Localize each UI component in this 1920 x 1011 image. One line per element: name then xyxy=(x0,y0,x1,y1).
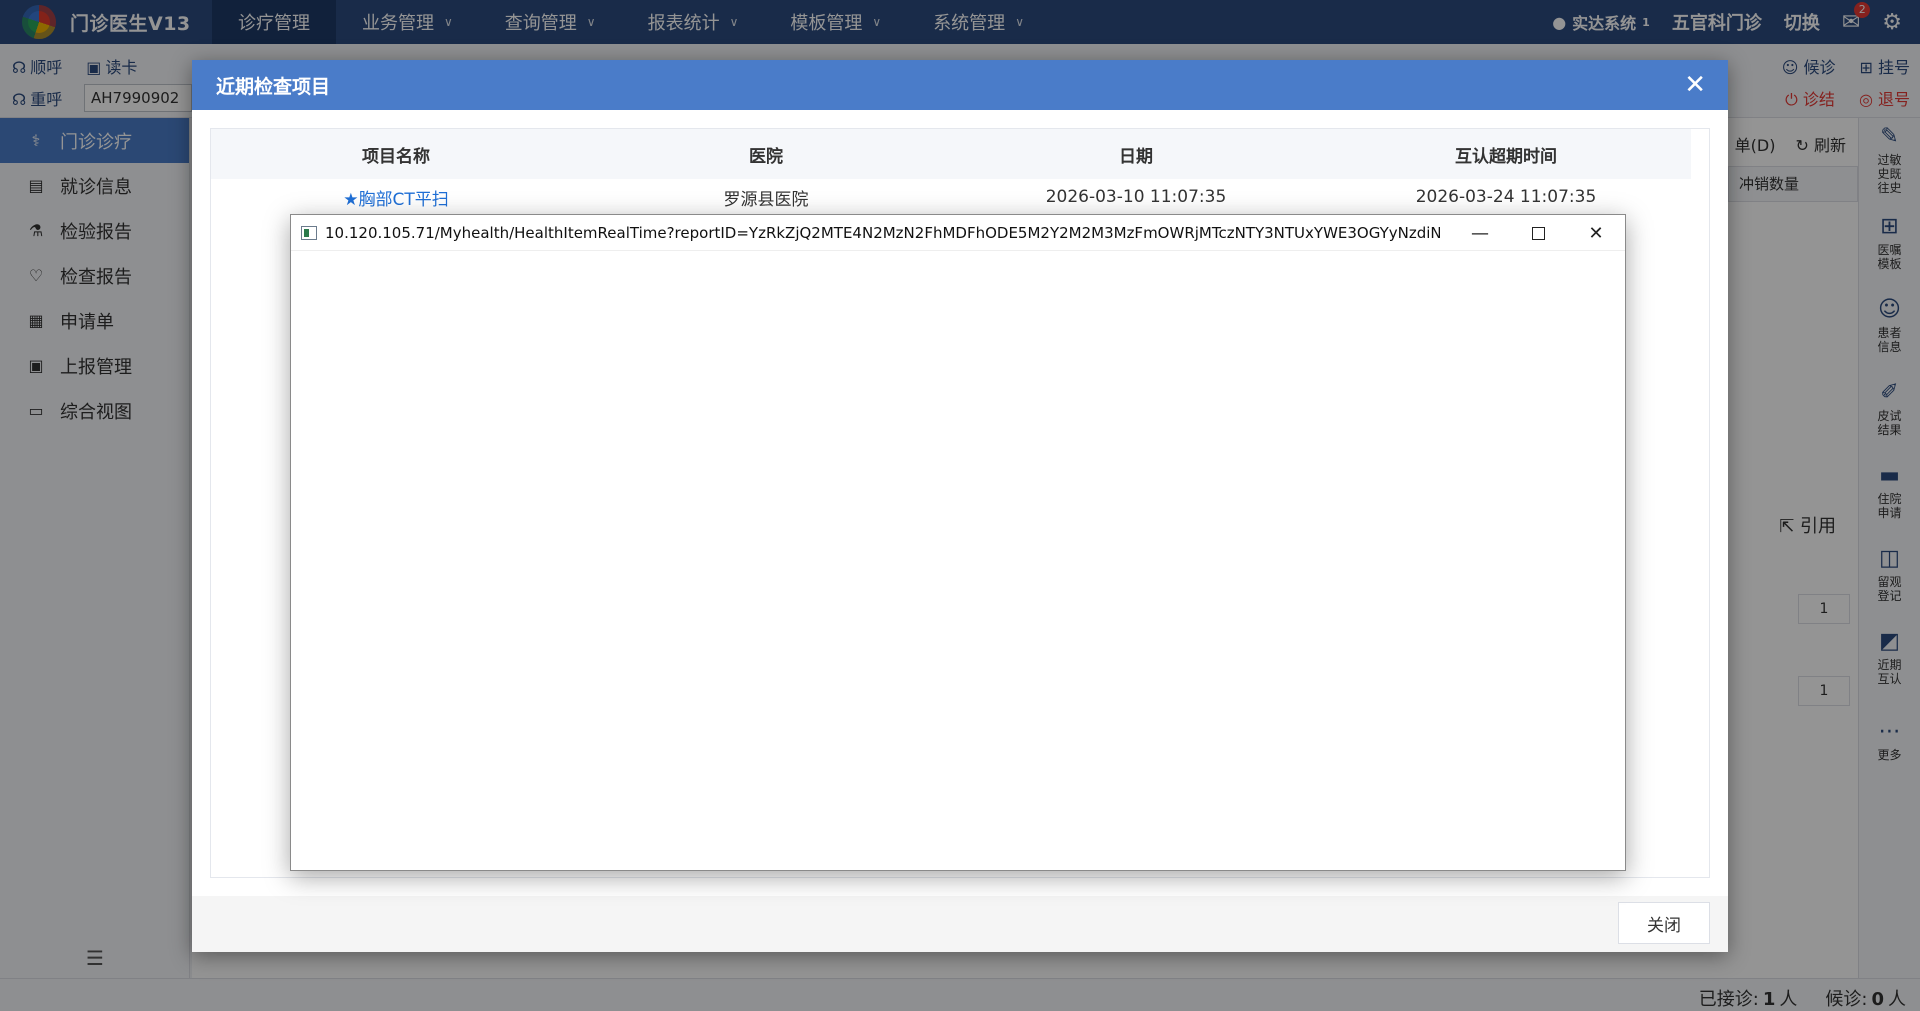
close-icon[interactable]: ✕ xyxy=(1684,70,1706,100)
expire-cell: 2026-03-24 11:07:35 xyxy=(1415,187,1597,207)
minimize-icon: — xyxy=(1471,222,1489,244)
hospital-cell: 罗源县医院 xyxy=(723,189,809,210)
window-controls: — ✕ xyxy=(1451,215,1625,251)
date-cell: 2026-03-10 11:07:35 xyxy=(1045,187,1227,207)
modal-title: 近期检查项目 xyxy=(216,75,331,98)
close-icon: ✕ xyxy=(1588,222,1604,244)
table-row[interactable]: ★胸部CT平扫 罗源县医院 2026-03-10 11:07:35 2026-0… xyxy=(211,179,1691,215)
col-date: 日期 xyxy=(1119,146,1153,167)
report-popup-window: 10.120.105.71/Myhealth/HealthItemRealTim… xyxy=(290,214,1626,871)
modal-header: 近期检查项目 ✕ xyxy=(192,60,1728,110)
maximize-button[interactable] xyxy=(1509,215,1567,251)
minimize-button[interactable]: — xyxy=(1451,215,1509,251)
page-icon xyxy=(301,225,317,240)
col-hospital: 医院 xyxy=(749,146,783,167)
col-expire: 互认超期时间 xyxy=(1455,146,1557,167)
popup-titlebar: 10.120.105.71/Myhealth/HealthItemRealTim… xyxy=(291,215,1625,251)
close-button[interactable]: 关闭 xyxy=(1618,902,1710,944)
modal-footer: 关闭 xyxy=(192,896,1728,952)
exam-item-link[interactable]: ★胸部CT平扫 xyxy=(211,185,581,210)
popup-content xyxy=(291,251,1625,871)
col-item-name: 项目名称 xyxy=(362,146,430,167)
popup-url: 10.120.105.71/Myhealth/HealthItemRealTim… xyxy=(325,223,1440,242)
maximize-icon xyxy=(1531,226,1545,240)
table-header: 项目名称 医院 日期 互认超期时间 xyxy=(211,129,1691,179)
window-close-button[interactable]: ✕ xyxy=(1567,215,1625,251)
